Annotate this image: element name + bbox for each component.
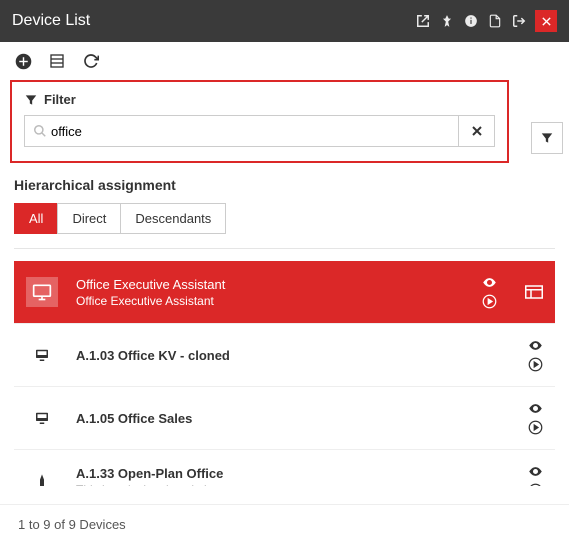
list-item-sub: This is a device description — [76, 483, 510, 487]
tab-descendants[interactable]: Descendants — [120, 203, 226, 234]
device-list[interactable]: Office Executive Assistant Office Execut… — [14, 261, 555, 486]
add-button[interactable] — [14, 52, 32, 70]
play-icon[interactable] — [528, 483, 543, 486]
list-item-sub: Office Executive Assistant — [76, 294, 464, 308]
list-item[interactable]: Office Executive Assistant Office Execut… — [14, 261, 555, 324]
tab-direct[interactable]: Direct — [57, 203, 121, 234]
pin-icon[interactable] — [439, 13, 455, 29]
toolbar — [0, 42, 569, 80]
pdf-icon[interactable] — [487, 13, 503, 29]
close-button[interactable] — [535, 10, 557, 32]
pagination-status: 1 to 9 of 9 Devices — [0, 504, 569, 544]
list-item-text: A.1.05 Office Sales — [76, 411, 510, 426]
device-icon — [26, 340, 58, 370]
list-view-button[interactable] — [48, 52, 66, 70]
device-list-wrap: Office Executive Assistant Office Execut… — [14, 261, 555, 486]
list-item-title: A.1.03 Office KV - cloned — [76, 348, 510, 363]
search-input-wrap[interactable] — [24, 115, 459, 147]
list-item-text: Office Executive Assistant Office Execut… — [76, 277, 464, 308]
eye-icon[interactable] — [528, 464, 543, 479]
filter-input-row — [24, 115, 495, 147]
device-icon — [26, 403, 58, 433]
section-title: Hierarchical assignment — [0, 163, 569, 203]
filter-panel: Filter — [10, 80, 509, 163]
assignment-tabs: All Direct Descendants — [0, 203, 569, 248]
sensor-icon — [26, 466, 58, 486]
eye-icon[interactable] — [482, 275, 497, 290]
separator — [14, 248, 555, 249]
filter-label: Filter — [44, 92, 76, 107]
list-item-actions — [528, 401, 543, 435]
list-item[interactable]: A.1.05 Office Sales — [14, 387, 555, 450]
clear-filter-button[interactable] — [459, 115, 495, 147]
filter-label-row: Filter — [24, 92, 495, 107]
info-icon[interactable] — [463, 13, 479, 29]
filter-icon — [24, 93, 38, 107]
detail-icon[interactable] — [525, 285, 543, 299]
list-item-text: A.1.33 Open-Plan Office This is a device… — [76, 466, 510, 487]
external-link-icon[interactable] — [415, 13, 431, 29]
list-item-actions — [528, 464, 543, 486]
list-item-actions — [482, 275, 497, 309]
tab-all[interactable]: All — [14, 203, 58, 234]
window-title: Device List — [12, 12, 90, 30]
monitor-icon — [26, 277, 58, 307]
list-item-actions — [528, 338, 543, 372]
eye-icon[interactable] — [528, 338, 543, 353]
logout-icon[interactable] — [511, 13, 527, 29]
search-input[interactable] — [47, 118, 450, 145]
window-header: Device List — [0, 0, 569, 42]
refresh-button[interactable] — [82, 52, 100, 70]
list-item-title: Office Executive Assistant — [76, 277, 464, 292]
list-item-title: A.1.33 Open-Plan Office — [76, 466, 510, 481]
list-item-title: A.1.05 Office Sales — [76, 411, 510, 426]
play-icon[interactable] — [528, 357, 543, 372]
header-actions — [415, 10, 557, 32]
list-item[interactable]: A.1.33 Open-Plan Office This is a device… — [14, 450, 555, 486]
list-item[interactable]: A.1.03 Office KV - cloned — [14, 324, 555, 387]
list-item-text: A.1.03 Office KV - cloned — [76, 348, 510, 363]
search-icon — [33, 124, 47, 138]
play-icon[interactable] — [482, 294, 497, 309]
play-icon[interactable] — [528, 420, 543, 435]
eye-icon[interactable] — [528, 401, 543, 416]
advanced-filter-button[interactable] — [531, 122, 563, 154]
